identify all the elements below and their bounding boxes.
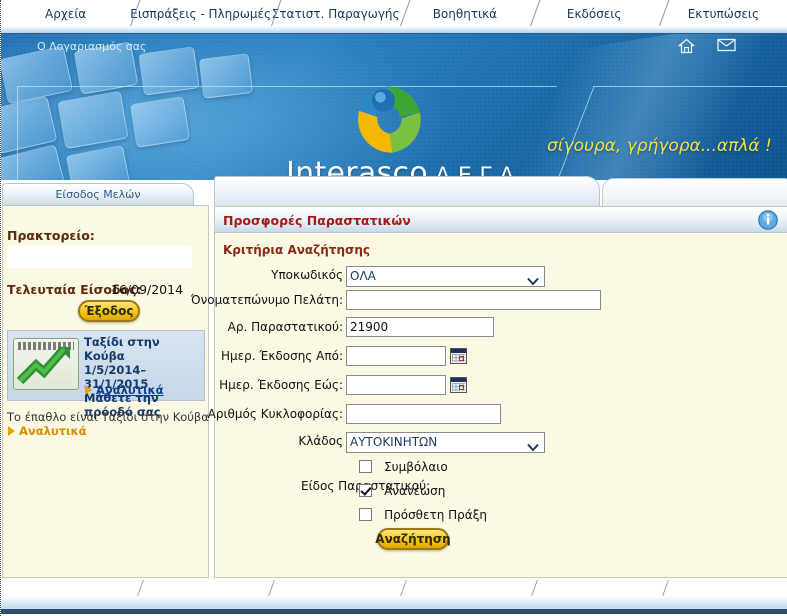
nav-eispraxeis-pliromes[interactable]: Εισπράξεις - Πληρωμές: [130, 0, 272, 28]
label-customer-name: Όνοματεπώνυμο Πελάτη:: [190, 293, 343, 307]
nav-statist-paragogis-label: Στατιστ. Παραγωγής: [271, 7, 400, 21]
agency-label: Πρακτορείο:: [7, 228, 95, 243]
banner-tagline: σίγουρα, γρήγορα...απλά !: [547, 136, 772, 156]
nav-ekdoseis-label: Εκδόσεις: [566, 7, 622, 21]
sidebar: Είσοδος Μελών Πρακτορείο: Τελευταία Είσο…: [2, 183, 210, 578]
checkbox-row-symvolaio: Συμβόλαιο: [359, 456, 448, 475]
nav-voithitika-label: Βοηθητικά: [432, 7, 498, 21]
checkbox-prostheti-praxi-label: Πρόσθετη Πράξη: [384, 507, 488, 522]
last-login-date: 16/09/2014: [111, 282, 184, 297]
field-row-subcode: Υποκωδικός ΟΛΑ: [215, 265, 635, 287]
calendar-icon-from[interactable]: [450, 348, 467, 364]
award-note: Το έπαθλο είναι Ταξίδι στην Κούβα: [7, 410, 209, 424]
checkbox-row-ananeosi: Ανανέωση: [359, 480, 445, 499]
promo-text-block: Ταξίδι στην Κούβα 1/5/2014–31/1/2015 Μάθ…: [84, 335, 204, 419]
checkbox-prostheti-praxi[interactable]: [359, 508, 372, 521]
main-tab-active[interactable]: [214, 176, 600, 206]
page-title: Προσφορές Παραστατικών: [223, 213, 411, 228]
checkbox-ananeosi-label: Ανανέωση: [384, 483, 446, 498]
main-panel: Προσφορές Παραστατικών Κριτήρια Αναζήτησ…: [191, 206, 787, 578]
account-label: Ο Λογαριασμός σας: [37, 40, 147, 53]
label-document-number: Αρ. Παραστατικού:: [227, 320, 343, 334]
nav-statist-paragogis[interactable]: Στατιστ. Παραγωγής: [271, 0, 401, 28]
promo-details-link[interactable]: Αναλυτικά: [96, 383, 164, 397]
search-button[interactable]: Αναζήτηση: [375, 528, 451, 550]
agency-value-redacted: [7, 246, 192, 268]
sidebar-body: Πρακτορείο: Τελευταία Είσοδος: 16/09/201…: [2, 205, 209, 578]
checkbox-row-prostheti-praxi: Πρόσθετη Πράξη: [359, 504, 487, 523]
interasco-logo-icon: [350, 82, 426, 158]
site-banner: Ο Λογαριασμός σας Interasco Α.Ε.Γ.Α. σίγ…: [1, 34, 787, 180]
field-row-issue-date-from: Ημερ. Έκδοσης Από:: [215, 346, 635, 368]
sidebar-tab-label: Είσοδος Μελών: [55, 188, 141, 201]
section-title: Κριτήρια Αναζήτησης: [223, 243, 370, 257]
footer-rule: [1, 609, 787, 614]
field-row-customer-name: Όνοματεπώνυμο Πελάτη:: [191, 290, 635, 312]
info-icon[interactable]: [757, 209, 779, 235]
input-issue-date-from[interactable]: [346, 346, 446, 366]
panel-header: Προσφορές Παραστατικών: [215, 207, 787, 233]
search-button-label: Αναζήτηση: [375, 532, 451, 546]
field-row-branch: Κλάδος ΑΥΤΟΚΙΝΗΤΩΝ: [215, 431, 635, 453]
select-subcode[interactable]: ΟΛΑ: [346, 265, 545, 287]
select-branch[interactable]: ΑΥΤΟΚΙΝΗΤΩΝ: [346, 431, 545, 453]
promo-line-1: Ταξίδι στην Κούβα: [84, 335, 160, 363]
top-navigation: Αρχεία Εισπράξεις - Πληρωμές Στατιστ. Πα…: [1, 0, 787, 28]
home-icon[interactable]: [678, 38, 695, 54]
field-row-issue-date-to: Ημερ. Έκδοσης Εώς:: [215, 375, 635, 397]
field-row-plate-number: Αριθμός Κυκλοφορίας:: [208, 404, 635, 426]
label-branch: Κλάδος: [298, 434, 343, 448]
input-issue-date-to[interactable]: [346, 375, 446, 395]
input-customer-name[interactable]: [346, 290, 601, 310]
growth-chart-image: [13, 338, 79, 390]
banner-frame-mid: [557, 86, 594, 180]
nav-ektyposeis[interactable]: Εκτυπώσεις: [658, 0, 787, 28]
label-subcode: Υποκωδικός: [271, 268, 343, 282]
checkbox-symvolaio[interactable]: [359, 460, 372, 473]
award-details-link[interactable]: Αναλυτικά: [19, 424, 87, 438]
checkbox-ananeosi[interactable]: [359, 484, 372, 497]
label-plate-number: Αριθμός Κυκλοφορίας:: [207, 407, 343, 421]
promo-box[interactable]: Ταξίδι στην Κούβα 1/5/2014–31/1/2015 Μάθ…: [7, 330, 205, 419]
label-issue-date-to: Ημερ. Έκδοσης Εώς:: [219, 378, 343, 392]
logout-button[interactable]: Έξοδος: [78, 300, 140, 322]
banner-frame-right: [593, 86, 787, 180]
logout-button-label: Έξοδος: [84, 304, 134, 318]
account-icon-group: [678, 38, 736, 54]
nav-voithitika[interactable]: Βοηθητικά: [400, 0, 530, 28]
input-document-number[interactable]: [346, 317, 494, 337]
field-row-document-number: Αρ. Παραστατικού:: [215, 317, 635, 339]
nav-ekdoseis[interactable]: Εκδόσεις: [529, 0, 659, 28]
input-plate-number[interactable]: [346, 404, 501, 424]
page-root: Αρχεία Εισπράξεις - Πληρωμές Στατιστ. Πα…: [0, 0, 787, 616]
nav-ektyposeis-label: Εκτυπώσεις: [687, 7, 760, 21]
main-tab-secondary[interactable]: [602, 178, 787, 206]
account-bar: Ο Λογαριασμός σας: [1, 34, 787, 60]
nav-arxeia-label: Αρχεία: [45, 7, 87, 21]
nav-eispraxeis-pliromes-label: Εισπράξεις - Πληρωμές: [130, 7, 272, 21]
main-tabstrip: [214, 176, 787, 208]
checkbox-symvolaio-label: Συμβόλαιο: [384, 459, 448, 474]
label-issue-date-from: Ημερ. Έκδοσης Από:: [221, 349, 343, 363]
calendar-icon-to[interactable]: [450, 377, 467, 393]
arrow-bullet-icon-2: [8, 426, 15, 436]
envelope-icon[interactable]: [717, 38, 736, 54]
arrow-bullet-icon: [85, 385, 92, 395]
sidebar-tab-member-login[interactable]: Είσοδος Μελών: [2, 183, 194, 205]
nav-arxeia[interactable]: Αρχεία: [1, 0, 131, 28]
